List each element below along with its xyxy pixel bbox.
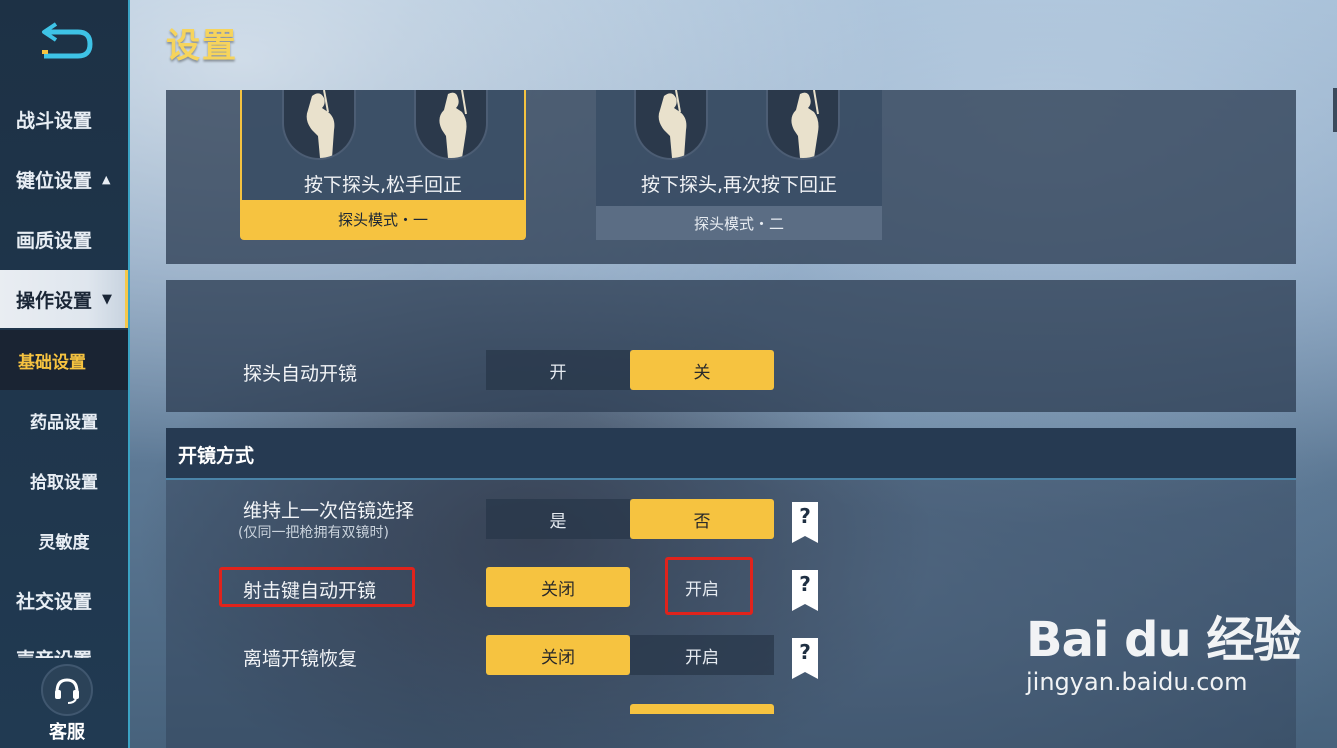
collapse-arrow-icon: ▲ bbox=[102, 172, 111, 186]
sidebar-item-label: 灵敏度 bbox=[38, 532, 90, 553]
sidebar-item-label: 画质设置 bbox=[16, 229, 93, 252]
soldier-upright-icon bbox=[414, 90, 488, 160]
sidebar-item-medicine-settings[interactable]: 药品设置 bbox=[0, 390, 128, 450]
option-off[interactable]: 关闭 bbox=[486, 567, 630, 607]
sidebar-item-label: 社交设置 bbox=[16, 590, 93, 613]
option-on[interactable]: 开 bbox=[486, 350, 630, 390]
customer-service-label: 客服 bbox=[49, 722, 85, 743]
option-off[interactable]: 关 bbox=[630, 350, 774, 390]
peek-mode-tab[interactable]: 探头模式・二 bbox=[596, 206, 882, 240]
sidebar-item-social-settings[interactable]: 社交设置 bbox=[0, 570, 128, 630]
wall-scope-restore-toggle[interactable]: 关闭 开启 bbox=[486, 635, 774, 675]
sidebar-item-label: 基础设置 bbox=[18, 352, 86, 373]
help-icon[interactable]: ? bbox=[792, 638, 818, 679]
help-icon[interactable]: ? bbox=[792, 570, 818, 611]
sidebar-item-label: 药品设置 bbox=[30, 412, 98, 433]
scope-method-section-header: 开镜方式 bbox=[166, 428, 1296, 480]
peek-mode-description: 按下探头,松手回正 bbox=[303, 174, 463, 196]
next-row-toggle-partial[interactable] bbox=[630, 704, 774, 714]
headset-icon bbox=[41, 664, 93, 716]
soldier-peek-icon bbox=[634, 90, 708, 160]
peek-mode-tab[interactable]: 探头模式・一 bbox=[242, 200, 524, 238]
sidebar-item-control-settings[interactable]: 操作设置 ▼ bbox=[0, 270, 128, 328]
back-arrow-icon bbox=[42, 22, 93, 59]
peek-mode-one-card[interactable]: 按下探头,松手回正 探头模式・一 bbox=[240, 90, 526, 240]
sidebar-item-label: 操作设置 bbox=[16, 289, 93, 312]
keep-scope-toggle[interactable]: 是 否 bbox=[486, 499, 774, 539]
sidebar-item-basic-settings[interactable]: 基础设置 bbox=[0, 330, 128, 390]
soldier-peek-icon bbox=[282, 90, 356, 160]
sidebar-item-label: 战斗设置 bbox=[16, 109, 93, 132]
sidebar-item-label: 键位设置 bbox=[16, 169, 93, 192]
sidebar-item-pickup-settings[interactable]: 拾取设置 bbox=[0, 450, 128, 510]
page-title: 设置 bbox=[166, 26, 238, 66]
watermark-logo: Bai du 经验 bbox=[1026, 612, 1301, 668]
section-title: 开镜方式 bbox=[178, 445, 255, 467]
peek-mode-two-card[interactable]: 按下探头,再次按下回正 探头模式・二 bbox=[596, 90, 882, 240]
baidu-jingyan-watermark: Bai du 经验 jingyan.baidu.com bbox=[1026, 600, 1301, 696]
soldier-upright-icon bbox=[766, 90, 840, 160]
back-button[interactable] bbox=[38, 18, 98, 62]
option-on[interactable]: 开启 bbox=[630, 635, 774, 675]
sidebar-item-sensitivity[interactable]: 灵敏度 bbox=[0, 510, 128, 570]
wall-scope-restore-label: 离墙开镜恢复 bbox=[243, 648, 358, 670]
customer-service-button[interactable]: 客服 bbox=[40, 664, 94, 744]
peek-auto-scope-toggle[interactable]: 开 关 bbox=[486, 350, 774, 390]
keep-scope-sublabel: (仅同一把枪拥有双镜时) bbox=[238, 525, 389, 541]
option-off[interactable]: 关闭 bbox=[486, 635, 630, 675]
peek-auto-scope-label: 探头自动开镜 bbox=[243, 363, 358, 385]
highlight-box-label bbox=[219, 567, 415, 607]
scrollbar[interactable] bbox=[1333, 88, 1337, 132]
watermark-url: jingyan.baidu.com bbox=[1026, 668, 1248, 696]
sidebar-item-battle-settings[interactable]: 战斗设置 bbox=[0, 90, 128, 148]
peek-mode-description: 按下探头,再次按下回正 bbox=[640, 174, 838, 196]
expand-arrow-icon: ▼ bbox=[102, 291, 113, 307]
peek-auto-scope-panel bbox=[166, 280, 1296, 412]
settings-sidebar: 战斗设置 键位设置 ▲ 画质设置 操作设置 ▼ 基础设置 药品设置 拾取设置 灵… bbox=[0, 0, 130, 748]
peek-mode-panel: 按下探头,松手回正 探头模式・一 按下探头,再次按下回正 探头模式・二 bbox=[166, 90, 1296, 264]
sidebar-item-graphics-settings[interactable]: 画质设置 bbox=[0, 210, 128, 268]
option-no[interactable]: 否 bbox=[630, 499, 774, 539]
help-icon[interactable]: ? bbox=[792, 502, 818, 543]
option-yes[interactable]: 是 bbox=[486, 499, 630, 539]
sidebar-item-key-settings[interactable]: 键位设置 ▲ bbox=[0, 150, 128, 208]
highlight-box-option bbox=[665, 557, 753, 615]
keep-scope-label: 维持上一次倍镜选择 bbox=[243, 500, 415, 522]
sidebar-item-label: 拾取设置 bbox=[30, 472, 98, 493]
